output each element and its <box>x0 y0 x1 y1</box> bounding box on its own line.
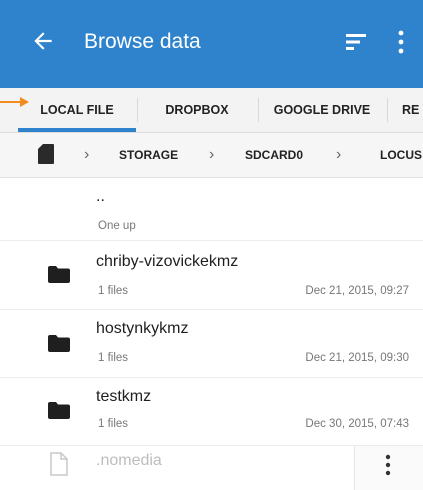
tab-dropbox[interactable]: DROPBOX <box>137 88 257 132</box>
item-menu-button[interactable] <box>354 446 423 490</box>
breadcrumb: › STORAGE › SDCARD0 › LOCUS <box>0 133 423 178</box>
arrow-right-icon <box>20 97 29 107</box>
item-subtitle: 1 files <box>98 418 129 430</box>
chevron-right-icon: › <box>84 146 90 163</box>
file-list: .. One up chriby-vizovickekmz 1 files De… <box>0 178 423 490</box>
sort-icon[interactable] <box>345 31 367 53</box>
list-item[interactable]: .nomedia <box>0 446 423 490</box>
item-subtitle: 1 files <box>98 285 129 297</box>
tab-local-file[interactable]: LOCAL FILE <box>18 88 136 132</box>
breadcrumb-sdcard0[interactable]: SDCARD0 <box>245 133 303 177</box>
item-subtitle: One up <box>98 220 136 232</box>
item-subtitle: 1 files <box>98 352 129 364</box>
item-name: chriby-vizovickekmz <box>96 253 239 270</box>
item-date: Dec 30, 2015, 07:43 <box>305 418 409 430</box>
item-name: .nomedia <box>96 452 162 469</box>
list-item[interactable]: hostynkykmz 1 files Dec 21, 2015, 09:30 <box>0 310 423 378</box>
sd-card-icon[interactable] <box>38 144 54 164</box>
list-item[interactable]: chriby-vizovickekmz 1 files Dec 21, 2015… <box>0 241 423 310</box>
folder-icon <box>48 402 70 419</box>
tab-remote[interactable]: RE <box>387 88 423 132</box>
annotation-arrow-line <box>0 101 22 103</box>
item-name: .. <box>96 188 105 205</box>
breadcrumb-storage[interactable]: STORAGE <box>119 133 178 177</box>
item-date: Dec 21, 2015, 09:27 <box>305 285 409 297</box>
tab-selected-indicator <box>18 128 136 132</box>
source-tabs: LOCAL FILE DROPBOX GOOGLE DRIVE RE <box>0 88 423 133</box>
list-item[interactable]: testkmz 1 files Dec 30, 2015, 07:43 <box>0 378 423 446</box>
app-bar: Browse data <box>0 0 423 88</box>
more-vert-icon <box>385 454 391 476</box>
breadcrumb-locus[interactable]: LOCUS <box>380 133 422 177</box>
tab-google-drive[interactable]: GOOGLE DRIVE <box>258 88 386 132</box>
list-item-one-up[interactable]: .. One up <box>0 178 423 241</box>
more-vert-icon[interactable] <box>396 29 406 55</box>
item-name: testkmz <box>96 388 152 405</box>
page-title: Browse data <box>84 30 201 53</box>
arrow-left-icon[interactable] <box>30 28 56 54</box>
chevron-right-icon: › <box>336 146 342 163</box>
item-date: Dec 21, 2015, 09:30 <box>305 352 409 364</box>
file-icon <box>50 452 68 476</box>
folder-icon <box>48 266 70 283</box>
item-name: hostynkykmz <box>96 320 189 337</box>
folder-icon <box>48 335 70 352</box>
chevron-right-icon: › <box>209 146 215 163</box>
